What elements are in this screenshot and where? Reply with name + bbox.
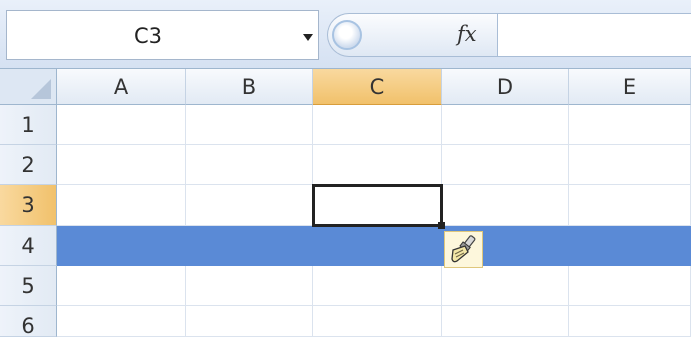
cell-e3[interactable] bbox=[569, 185, 691, 226]
row-header-2[interactable]: 2 bbox=[0, 145, 57, 185]
cell-a1[interactable] bbox=[57, 105, 186, 145]
cell-a2[interactable] bbox=[57, 145, 186, 185]
cell-c1[interactable] bbox=[313, 105, 442, 145]
name-box-dropdown-icon[interactable] bbox=[303, 34, 313, 41]
format-painter-cursor bbox=[444, 231, 483, 268]
select-all-triangle-icon bbox=[31, 79, 51, 99]
cell-a5[interactable] bbox=[57, 266, 186, 306]
column-header-c[interactable]: C bbox=[313, 69, 442, 105]
name-box-value: C3 bbox=[134, 24, 163, 48]
row-header-1[interactable]: 1 bbox=[0, 105, 57, 145]
cell-e6[interactable] bbox=[569, 306, 691, 337]
cell-a3[interactable] bbox=[57, 185, 186, 226]
cell-c2[interactable] bbox=[313, 145, 442, 185]
formula-bar: C3 fx bbox=[0, 0, 691, 69]
column-header-b[interactable]: B bbox=[186, 69, 313, 105]
highlighted-row-4[interactable] bbox=[57, 226, 691, 266]
cell-b2[interactable] bbox=[186, 145, 313, 185]
fill-handle[interactable] bbox=[438, 222, 445, 229]
cell-d6[interactable] bbox=[442, 306, 569, 337]
cell-e5[interactable] bbox=[569, 266, 691, 306]
column-header-d[interactable]: D bbox=[442, 69, 569, 105]
cell-c5[interactable] bbox=[313, 266, 442, 306]
cell-b5[interactable] bbox=[186, 266, 313, 306]
cell-b6[interactable] bbox=[186, 306, 313, 337]
cell-e1[interactable] bbox=[569, 105, 691, 145]
expand-button-icon[interactable] bbox=[332, 20, 362, 50]
row-header-6[interactable]: 6 bbox=[0, 306, 57, 338]
cell-e2[interactable] bbox=[569, 145, 691, 185]
column-header-e[interactable]: E bbox=[569, 69, 691, 105]
cell-c6[interactable] bbox=[313, 306, 442, 337]
insert-function-button[interactable]: fx bbox=[457, 22, 477, 46]
cell-d1[interactable] bbox=[442, 105, 569, 145]
column-header-a[interactable]: A bbox=[57, 69, 186, 105]
formula-input[interactable] bbox=[497, 13, 691, 57]
cell-b1[interactable] bbox=[186, 105, 313, 145]
cell-b3[interactable] bbox=[186, 185, 313, 226]
cell-d3[interactable] bbox=[442, 185, 569, 226]
cell-a6[interactable] bbox=[57, 306, 186, 337]
cell-d2[interactable] bbox=[442, 145, 569, 185]
paintbrush-icon bbox=[451, 235, 476, 263]
name-box[interactable]: C3 bbox=[6, 10, 319, 60]
row-header-3[interactable]: 3 bbox=[0, 185, 57, 226]
active-cell-c3[interactable] bbox=[312, 184, 443, 227]
row-header-5[interactable]: 5 bbox=[0, 266, 57, 306]
select-all-button[interactable] bbox=[0, 69, 57, 105]
row-header-4[interactable]: 4 bbox=[0, 226, 57, 266]
cell-d5[interactable] bbox=[442, 266, 569, 306]
formula-bar-controls: fx bbox=[327, 13, 497, 57]
